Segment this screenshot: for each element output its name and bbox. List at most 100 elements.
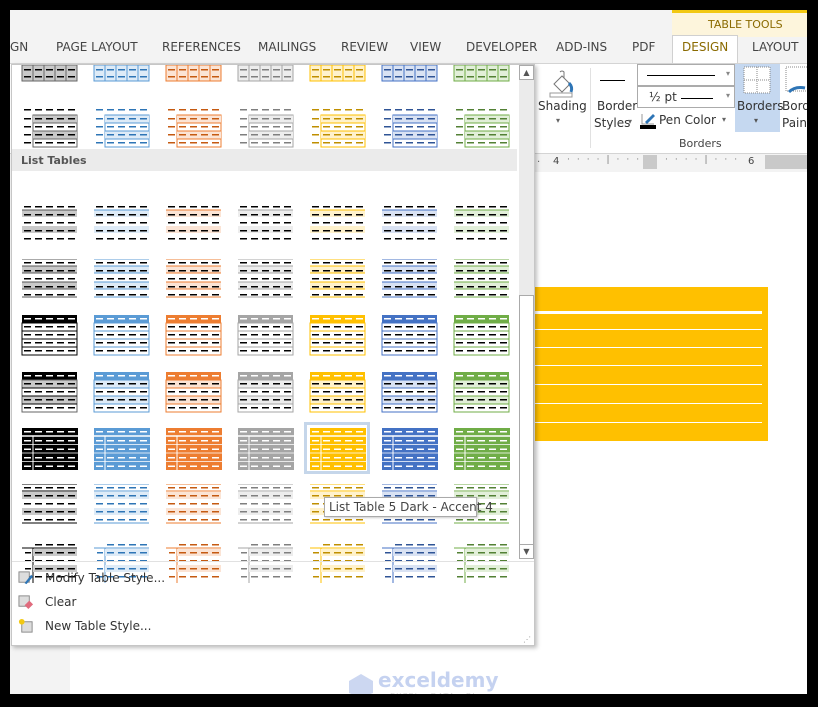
table-style-option[interactable] <box>88 197 154 249</box>
table-style-option[interactable] <box>448 197 514 249</box>
line-weight-dropdown[interactable]: ½ pt ▾ <box>637 86 735 108</box>
table-style-option[interactable] <box>16 478 82 530</box>
table-style-option[interactable] <box>88 101 154 153</box>
table-style-preview <box>21 372 78 413</box>
table-style-option[interactable] <box>232 197 298 249</box>
gallery-scrollbar[interactable]: ▲ ▼ <box>519 65 534 559</box>
table-style-option[interactable] <box>16 197 82 249</box>
document-table[interactable] <box>532 287 768 441</box>
menu-item-label: Modify Table Style... <box>45 571 166 585</box>
pen-color-button[interactable]: Pen Color ▾ <box>638 111 738 131</box>
table-style-preview <box>21 315 78 356</box>
table-style-option[interactable] <box>160 422 226 474</box>
table-style-preview <box>384 109 438 148</box>
table-style-option[interactable] <box>88 366 154 418</box>
table-style-option[interactable] <box>376 101 442 153</box>
table-style-option[interactable] <box>232 366 298 418</box>
tab-references[interactable]: REFERENCES <box>162 40 241 54</box>
table-style-option[interactable] <box>376 253 442 305</box>
border-painter-button[interactable]: Bord Paint <box>782 64 807 144</box>
column-marker[interactable] <box>765 155 807 169</box>
table-style-option[interactable] <box>376 197 442 249</box>
tab-page-layout[interactable]: PAGE LAYOUT <box>56 40 138 54</box>
borders-group-label: Borders <box>679 137 722 150</box>
table-style-option[interactable] <box>376 366 442 418</box>
table-style-option[interactable] <box>304 197 370 249</box>
borders-icon <box>743 66 771 94</box>
table-style-option[interactable] <box>304 101 370 153</box>
tab-mailings[interactable]: MAILINGS <box>258 40 316 54</box>
table-style-preview <box>309 315 366 356</box>
table-style-option[interactable] <box>376 422 442 474</box>
table-style-option[interactable] <box>304 309 370 361</box>
table-style-option[interactable] <box>304 422 370 474</box>
table-style-preview <box>381 315 438 356</box>
table-style-option[interactable] <box>16 309 82 361</box>
scroll-up-icon[interactable]: ▲ <box>519 65 534 80</box>
table-style-option[interactable] <box>160 478 226 530</box>
menu-item-new-table-style[interactable]: New Table Style... <box>16 615 316 637</box>
table-style-option[interactable] <box>16 101 82 153</box>
table-style-preview <box>166 428 222 470</box>
table-style-preview <box>22 206 77 240</box>
resize-grip-icon[interactable]: ⋰ <box>523 635 531 644</box>
tab-layout[interactable]: LAYOUT <box>752 40 798 54</box>
new-table-style-icon <box>18 618 33 633</box>
table-row-border <box>532 329 762 330</box>
table-style-option[interactable] <box>232 478 298 530</box>
scroll-thumb[interactable] <box>519 295 534 547</box>
table-style-option[interactable] <box>160 253 226 305</box>
table-style-option[interactable] <box>448 309 514 361</box>
table-style-preview <box>310 428 366 470</box>
menu-item-clear[interactable]: Clear <box>16 591 316 613</box>
table-style-option[interactable] <box>160 197 226 249</box>
border-painter-label-1: Bord <box>782 99 807 113</box>
table-style-option[interactable] <box>232 253 298 305</box>
column-marker[interactable] <box>643 155 657 169</box>
tab-design[interactable]: DESIGN <box>682 40 728 54</box>
table-style-option[interactable] <box>448 101 514 153</box>
line-style-dropdown[interactable]: ▾ <box>637 64 735 86</box>
table-style-option[interactable] <box>16 366 82 418</box>
horizontal-ruler[interactable]: · 4 ····|··· ····|··· 6 <box>535 154 807 171</box>
table-style-option[interactable] <box>304 366 370 418</box>
table-style-option[interactable] <box>160 101 226 153</box>
table-style-option[interactable] <box>160 309 226 361</box>
table-style-option[interactable] <box>88 478 154 530</box>
line-weight-value: ½ pt <box>649 90 677 104</box>
table-style-option[interactable] <box>16 422 82 474</box>
tab-review[interactable]: REVIEW <box>341 40 388 54</box>
tab-developer[interactable]: DEVELOPER <box>466 40 537 54</box>
table-style-option[interactable] <box>448 422 514 474</box>
table-row-border <box>532 422 762 423</box>
tab-pdf[interactable]: PDF <box>632 40 655 54</box>
table-style-option[interactable] <box>232 422 298 474</box>
table-style-option[interactable] <box>448 366 514 418</box>
table-style-preview <box>454 544 509 583</box>
shading-button[interactable]: Shading ▾ <box>535 64 587 144</box>
table-style-option[interactable] <box>304 253 370 305</box>
menu-item-label: New Table Style... <box>45 619 152 633</box>
menu-separator <box>12 561 534 562</box>
table-style-preview <box>94 259 149 298</box>
table-style-option[interactable] <box>232 101 298 153</box>
pen-color-icon <box>640 114 656 129</box>
ruler-ticks: · <box>537 157 544 168</box>
table-style-option[interactable] <box>160 366 226 418</box>
table-style-option[interactable] <box>88 309 154 361</box>
chevron-down-icon: ▾ <box>725 91 730 100</box>
table-style-option[interactable] <box>232 309 298 361</box>
table-style-option[interactable] <box>16 253 82 305</box>
tab-add-ins[interactable]: ADD-INS <box>556 40 607 54</box>
tab-view[interactable]: VIEW <box>410 40 441 54</box>
border-styles-button[interactable]: Border Styles ▾ <box>593 64 637 144</box>
menu-item-modify-table-style[interactable]: Modify Table Style... <box>16 567 316 589</box>
table-style-preview <box>310 544 365 583</box>
scroll-down-icon[interactable]: ▼ <box>519 544 534 559</box>
table-style-option[interactable] <box>88 422 154 474</box>
tab-gn[interactable]: GN <box>10 40 28 54</box>
table-style-option[interactable] <box>376 309 442 361</box>
table-style-option[interactable] <box>448 253 514 305</box>
table-style-option[interactable] <box>88 253 154 305</box>
borders-button[interactable]: Borders ▾ <box>735 64 783 132</box>
